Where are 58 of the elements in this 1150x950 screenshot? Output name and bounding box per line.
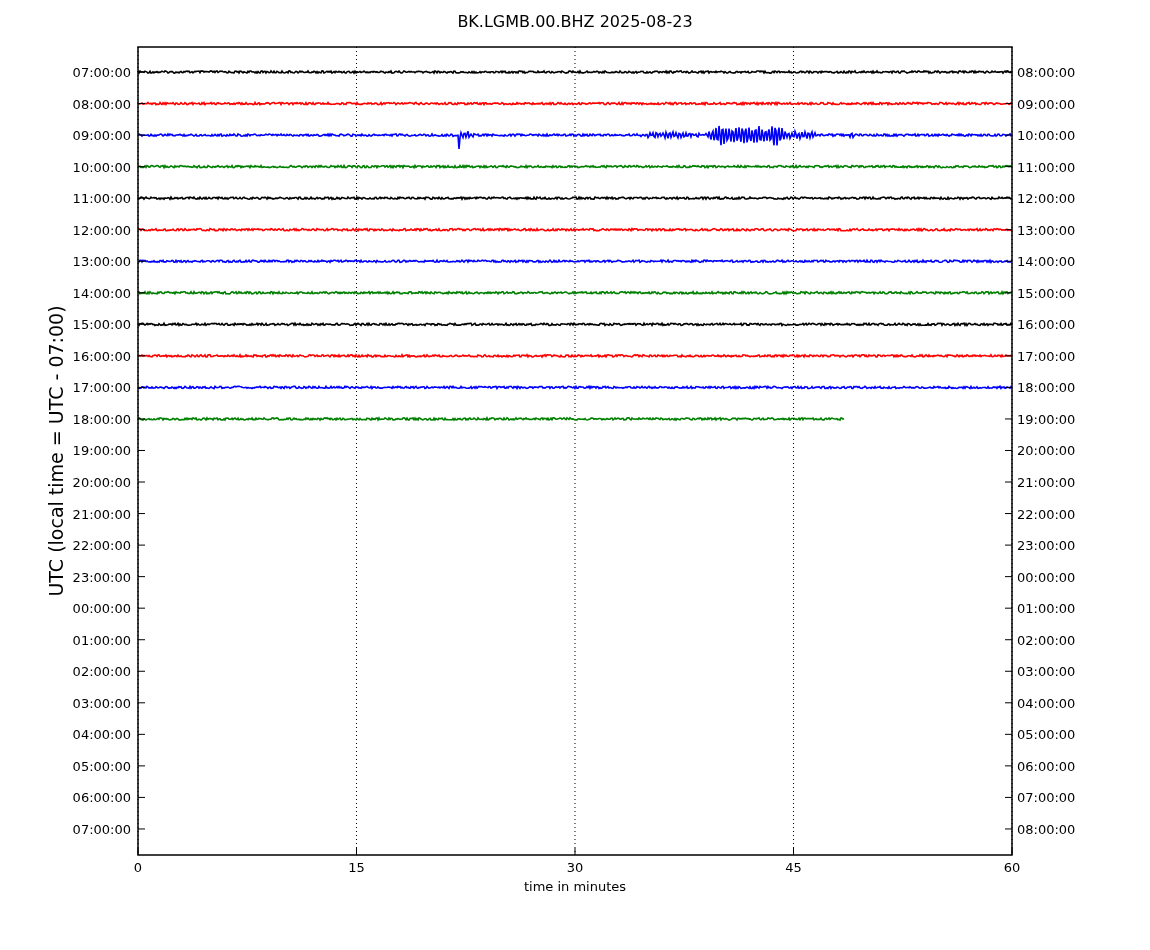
row-time-label: 06:00:00	[1017, 758, 1076, 774]
row-time-label: 03:00:00	[72, 695, 131, 711]
row-time-label: 20:00:00	[1017, 443, 1076, 459]
row-time-label: 09:00:00	[1017, 96, 1076, 112]
row-time-label: 04:00:00	[1017, 695, 1076, 711]
row-time-label: 16:00:00	[1017, 317, 1076, 333]
plot-title: BK.LGMB.00.BHZ 2025-08-23	[457, 12, 693, 31]
row-time-label: 05:00:00	[1017, 727, 1076, 743]
row-time-label: 03:00:00	[1017, 664, 1076, 680]
row-time-label: 11:00:00	[72, 191, 131, 207]
row-time-label: 21:00:00	[1017, 475, 1076, 490]
row-time-label: 22:00:00	[72, 538, 131, 554]
row-time-label: 20:00:00	[72, 475, 131, 490]
row-time-label: 07:00:00	[72, 65, 131, 80]
row-time-label: 14:00:00	[1017, 254, 1076, 270]
row-time-label: 07:00:00	[1017, 790, 1076, 806]
row-time-label: 08:00:00	[1017, 65, 1076, 80]
minute-label: 60	[1003, 860, 1021, 875]
row-time-label: 12:00:00	[1017, 191, 1076, 207]
minute-label: 30	[566, 860, 584, 875]
row-time-label: 15:00:00	[72, 317, 131, 333]
row-time-label: 21:00:00	[72, 506, 131, 522]
row-time-label: 14:00:00	[72, 285, 131, 301]
row-time-label: 17:00:00	[1017, 348, 1076, 364]
row-time-label: 10:00:00	[1017, 128, 1076, 144]
row-time-label: 00:00:00	[72, 601, 131, 617]
row-time-label: 18:00:00	[72, 411, 131, 427]
row-time-label: 19:00:00	[1017, 411, 1076, 427]
minute-label: 0	[133, 860, 143, 875]
row-time-label: 16:00:00	[72, 348, 131, 364]
row-time-label: 23:00:00	[72, 569, 131, 585]
row-time-label: 00:00:00	[1017, 569, 1076, 585]
row-time-label: 13:00:00	[1017, 222, 1076, 238]
row-time-label: 01:00:00	[72, 632, 131, 648]
row-time-label: 15:00:00	[1017, 285, 1076, 301]
row-time-label: 08:00:00	[72, 96, 131, 112]
x-axis-label: time in minutes	[523, 879, 627, 894]
minute-label: 45	[785, 860, 802, 875]
y-axis-label: UTC (local time = UTC - 07:00)	[45, 305, 67, 597]
row-time-label: 11:00:00	[1017, 159, 1076, 175]
row-time-label: 12:00:00	[72, 222, 131, 238]
row-time-label: 06:00:00	[72, 790, 131, 806]
row-time-label: 07:00:00	[72, 821, 131, 837]
row-time-label: 02:00:00	[1017, 632, 1076, 648]
minute-label: 15	[348, 860, 365, 875]
row-time-label: 19:00:00	[72, 443, 131, 459]
row-time-label: 10:00:00	[72, 159, 131, 175]
row-time-label: 22:00:00	[1017, 506, 1076, 522]
row-time-label: 13:00:00	[72, 254, 131, 270]
row-time-label: 01:00:00	[1017, 601, 1076, 617]
row-time-label: 02:00:00	[72, 664, 131, 680]
row-time-label: 04:00:00	[72, 727, 131, 743]
row-time-label: 08:00:00	[1017, 821, 1076, 837]
row-time-label: 18:00:00	[1017, 380, 1076, 396]
row-time-label: 05:00:00	[72, 758, 131, 774]
row-time-label: 23:00:00	[1017, 538, 1076, 554]
row-time-label: 09:00:00	[72, 128, 131, 144]
row-time-label: 17:00:00	[72, 380, 131, 396]
